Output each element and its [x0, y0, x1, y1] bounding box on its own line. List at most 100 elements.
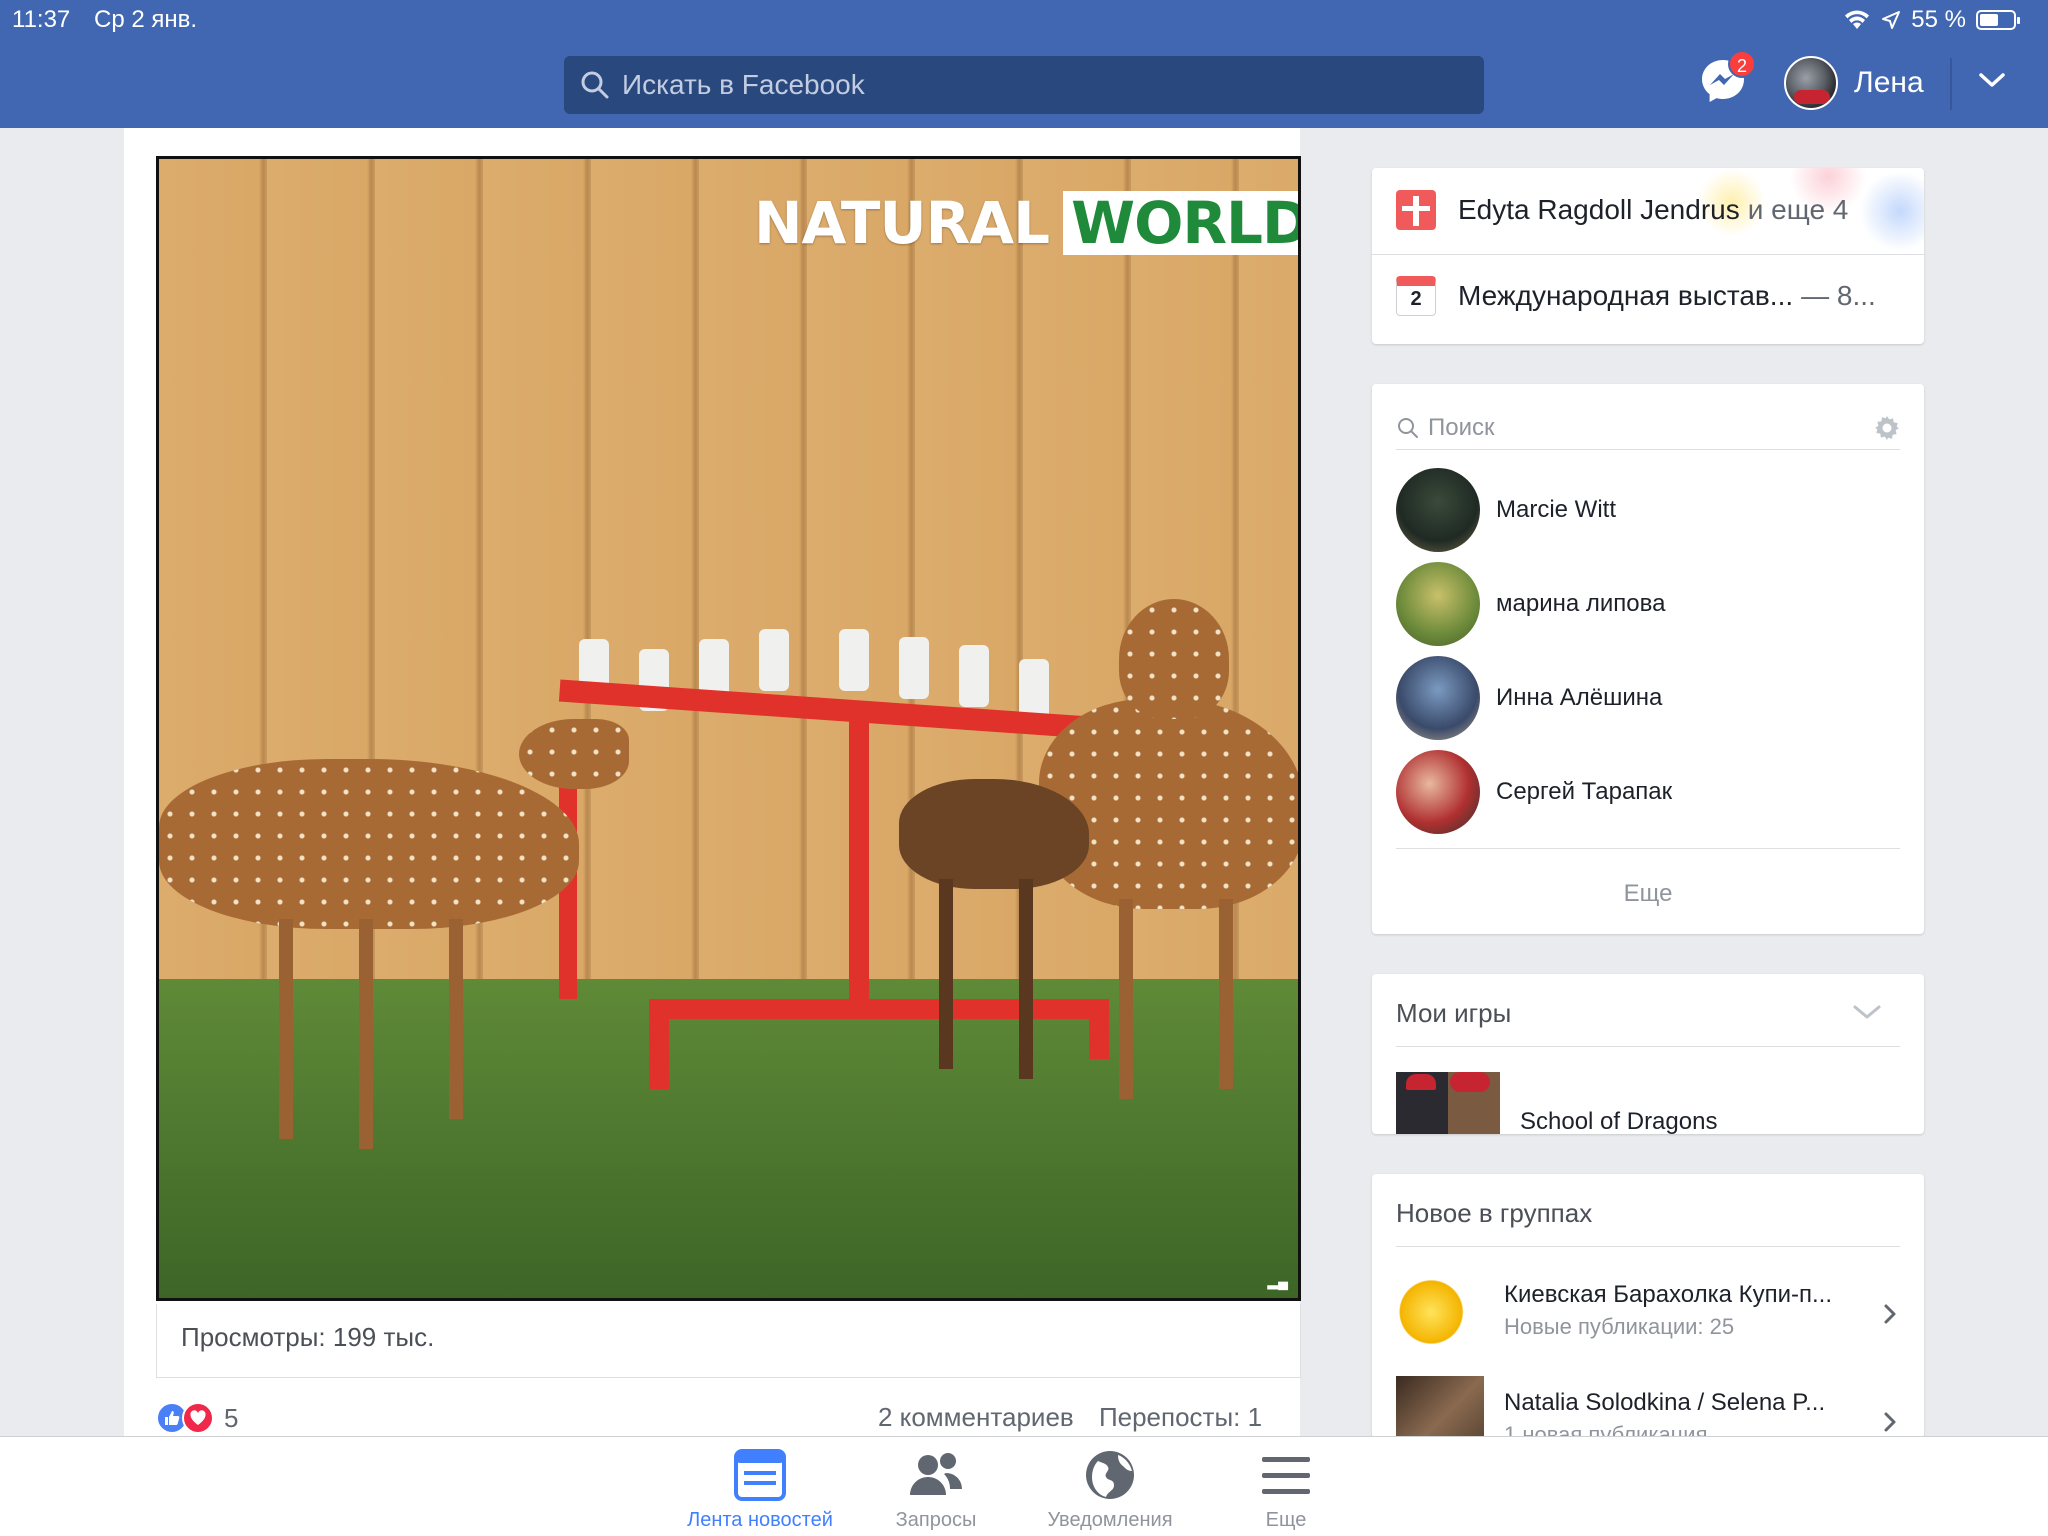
video-deer-leg: [279, 919, 293, 1139]
chevron-right-icon[interactable]: [1882, 1302, 1898, 1326]
reaction-count: 5: [224, 1402, 239, 1433]
brand-world: WORLD: [1063, 191, 1298, 255]
contacts-search-placeholder: Поиск: [1428, 413, 1495, 441]
tab-label: Уведомления: [1047, 1509, 1173, 1531]
contacts-search-input[interactable]: Поиск: [1396, 406, 1900, 450]
groups-card: Новое в группах Киевская Барахолка Купи-…: [1372, 1174, 1924, 1438]
shares-count[interactable]: Перепосты: 1: [1099, 1402, 1262, 1432]
birthday-row[interactable]: Edyta Ragdoll Jendrus и еще 4: [1396, 190, 1848, 230]
video-volume-icon[interactable]: ▂▄: [1267, 1273, 1288, 1290]
group-item[interactable]: Natalia Solodkina / Selena P... 1 новая …: [1396, 1376, 1825, 1438]
post-video[interactable]: NATURAL WORLD ▂▄: [156, 156, 1301, 1301]
header-divider: [1950, 58, 1952, 110]
group-sub: Новые публикации: 25: [1504, 1314, 1735, 1339]
tab-label: Еще: [1265, 1509, 1307, 1531]
video-deer-head: [519, 719, 629, 789]
groups-title: Новое в группах: [1396, 1198, 1593, 1228]
chevron-down-icon[interactable]: [1852, 1002, 1882, 1022]
video-bottle: [899, 637, 929, 699]
chevron-right-icon[interactable]: [1882, 1410, 1898, 1434]
video-feeder-leg: [1089, 999, 1109, 1059]
avatar[interactable]: [1784, 56, 1838, 110]
events-divider: [1372, 254, 1924, 255]
status-indicators: 55 %: [1843, 6, 2020, 34]
games-title: Мои игры: [1396, 998, 1512, 1028]
video-deer-head: [1119, 599, 1229, 719]
game-thumbnail[interactable]: [1396, 1072, 1500, 1134]
video-feeder-leg: [849, 719, 869, 1009]
contact-name: Marcie Witt: [1496, 496, 1616, 523]
search-input[interactable]: Искать в Facebook: [564, 56, 1484, 114]
search-icon: [1398, 417, 1418, 438]
tab-label: Запросы: [895, 1509, 977, 1531]
friend-requests-icon: [910, 1453, 962, 1495]
post-stats[interactable]: 2 комментариев Перепосты: 1: [878, 1402, 1262, 1433]
status-date: Ср 2 янв.: [94, 6, 198, 33]
search-placeholder: Искать в Facebook: [622, 69, 865, 100]
birthday-name: Edyta Ragdoll Jendrus: [1458, 194, 1740, 225]
video-views: Просмотры: 199 тыс.: [156, 1304, 1301, 1378]
contact-item[interactable]: Инна Алёшина: [1396, 656, 1662, 740]
love-reaction-icon: [182, 1402, 214, 1434]
chevron-down-icon[interactable]: [1978, 70, 2006, 90]
video-deer-leg: [1219, 899, 1233, 1089]
comments-count[interactable]: 2 комментариев: [878, 1402, 1074, 1432]
video-feeder-base: [649, 999, 1109, 1019]
contacts-more-link[interactable]: Еще: [1372, 880, 1924, 908]
contact-avatar: [1396, 656, 1480, 740]
event-name: Международная выстав...: [1458, 280, 1794, 311]
gear-icon[interactable]: [1874, 415, 1900, 441]
group-name: Киевская Барахолка Купи-п...: [1504, 1281, 1833, 1308]
tab-news-feed[interactable]: Лента новостей: [670, 1447, 850, 1532]
video-deer: [899, 779, 1089, 889]
events-card: Edyta Ragdoll Jendrus и еще 4 2 Междунар…: [1372, 168, 1924, 344]
contact-name: марина липова: [1496, 590, 1666, 617]
tab-notifications[interactable]: Уведомления: [1020, 1447, 1200, 1532]
video-deer-leg: [359, 919, 373, 1149]
group-name: Natalia Solodkina / Selena P...: [1504, 1389, 1826, 1416]
contact-avatar: [1396, 750, 1480, 834]
brand-natural: NATURAL: [754, 189, 1050, 257]
gift-icon: [1396, 190, 1436, 230]
menu-icon: [1262, 1457, 1310, 1494]
video-deer: [159, 759, 579, 929]
video-brand-logo: NATURAL WORLD: [754, 189, 1298, 257]
calendar-icon: 2: [1396, 276, 1436, 316]
tab-more[interactable]: Еще: [1196, 1447, 1376, 1532]
birthday-more: и еще 4: [1747, 194, 1849, 225]
contact-item[interactable]: Сергей Тарапак: [1396, 750, 1672, 834]
battery-icon: [1976, 10, 2020, 30]
game-name[interactable]: School of Dragons: [1520, 1108, 1717, 1134]
group-thumbnail: [1396, 1268, 1484, 1356]
video-deer-leg: [449, 919, 463, 1119]
location-arrow-icon: [1882, 11, 1901, 29]
video-bottle: [839, 629, 869, 691]
groups-divider: [1396, 1246, 1900, 1247]
contacts-divider: [1396, 848, 1900, 849]
battery-percent: 55 %: [1911, 6, 1966, 33]
video-bottle: [959, 645, 989, 707]
tab-requests[interactable]: Запросы: [846, 1447, 1026, 1532]
contact-item[interactable]: марина липова: [1396, 562, 1665, 646]
top-bar: 11:37 Ср 2 янв. 55 % Искать в Facebook 2…: [0, 0, 2048, 128]
contacts-card: Поиск Marcie Witt марина липова Инна Алё…: [1372, 384, 1924, 934]
contact-avatar: [1396, 468, 1480, 552]
games-divider: [1396, 1046, 1900, 1047]
reactions-summary[interactable]: 5: [156, 1402, 238, 1434]
messenger-badge: 2: [1728, 50, 1756, 78]
video-feeder-leg: [649, 999, 669, 1089]
group-item[interactable]: Киевская Барахолка Купи-п... Новые публи…: [1396, 1268, 1832, 1356]
video-deer-leg: [1019, 879, 1033, 1079]
event-more: — 8...: [1801, 280, 1876, 311]
news-feed-icon: [734, 1449, 786, 1501]
video-deer: [1039, 699, 1298, 909]
search-icon: [581, 71, 609, 99]
user-name[interactable]: Лена: [1854, 66, 1924, 100]
tab-label: Лента новостей: [687, 1509, 833, 1531]
event-row[interactable]: 2 Международная выстав... — 8...: [1396, 276, 1876, 316]
contact-item[interactable]: Marcie Witt: [1396, 468, 1616, 552]
contact-name: Сергей Тарапак: [1496, 778, 1673, 805]
video-deer-leg: [1119, 899, 1133, 1099]
contact-avatar: [1396, 562, 1480, 646]
video-deer-leg: [939, 879, 953, 1069]
